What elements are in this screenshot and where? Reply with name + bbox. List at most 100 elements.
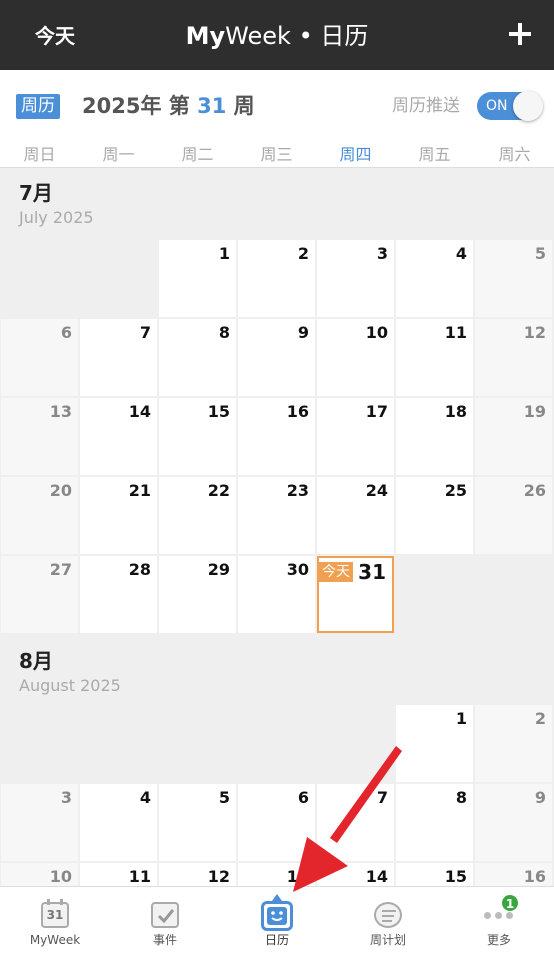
brand-strong: My (185, 22, 226, 50)
day-number: 11 (128, 867, 151, 886)
day-cell[interactable]: 1 (396, 705, 473, 782)
day-cell[interactable]: 1 (159, 240, 236, 317)
day-number: 6 (297, 788, 309, 807)
day-cell[interactable]: 3 (1, 784, 78, 861)
tab-myweek[interactable]: 31 MyWeek (0, 887, 110, 956)
toggle-knob (513, 91, 543, 121)
month-header: 8月 August 2025 (0, 648, 554, 698)
day-cell[interactable]: 17 (317, 398, 394, 475)
day-cell[interactable]: 29 (159, 556, 236, 633)
day-cell[interactable]: 11 (396, 319, 473, 396)
day-cell[interactable]: 4 (80, 784, 157, 861)
day-cell[interactable]: 7 (80, 319, 157, 396)
tab-events[interactable]: 事件 (110, 887, 220, 956)
day-number: 16 (286, 402, 309, 421)
day-number: 1 (218, 244, 230, 263)
tab-label-more: 更多 (486, 933, 511, 947)
day-cell[interactable]: 21 (80, 477, 157, 554)
day-number: 4 (139, 788, 151, 807)
day-cell[interactable]: 12 (475, 319, 552, 396)
top-bar: 今天 MyWeek • 日历 (0, 0, 554, 70)
brand-rest: Week (225, 22, 291, 50)
day-cell[interactable]: 6 (1, 319, 78, 396)
day-cell[interactable]: 13 (1, 398, 78, 475)
more-dots-icon (484, 912, 514, 920)
dot (484, 912, 491, 919)
tab-weekplan[interactable]: 周计划 (333, 887, 443, 956)
today-tag: 今天 (319, 562, 353, 582)
month-title: 7月 (19, 181, 53, 205)
day-number: 19 (523, 402, 546, 421)
weekday-label: 周四 (339, 145, 372, 164)
day-number: 16 (523, 867, 546, 886)
tab-label-weekplan: 周计划 (369, 933, 406, 947)
day-cell[interactable]: 5 (475, 240, 552, 317)
day-number: 3 (60, 788, 72, 807)
title-suffix: • 日历 (290, 22, 369, 50)
day-cell[interactable]: 4 (396, 240, 473, 317)
day-cell[interactable]: 14 (80, 398, 157, 475)
tab-label-calendar: 日历 (264, 933, 289, 947)
day-cell[interactable]: 18 (396, 398, 473, 475)
day-number: 12 (207, 867, 230, 886)
weekday-label: 周日 (23, 145, 56, 164)
smiley-calendar-icon (261, 894, 293, 931)
checkbox-icon (151, 902, 179, 928)
month-subtitle: July 2025 (19, 208, 94, 227)
day-cell[interactable]: 5 (159, 784, 236, 861)
day-cell[interactable]: 8 (396, 784, 473, 861)
day-cell[interactable]: 16 (238, 398, 315, 475)
day-cell[interactable]: 3 (317, 240, 394, 317)
day-cell[interactable]: 10 (317, 319, 394, 396)
day-number: 8 (455, 788, 467, 807)
day-cell[interactable]: 8 (159, 319, 236, 396)
day-cell[interactable]: 19 (475, 398, 552, 475)
day-cell[interactable]: 6 (238, 784, 315, 861)
day-cell[interactable]: 7 (317, 784, 394, 861)
day-cell[interactable]: 2 (475, 705, 552, 782)
day-cell[interactable]: 24 (317, 477, 394, 554)
day-number: 12 (523, 323, 546, 342)
day-number: 5 (218, 788, 230, 807)
day-number: 14 (128, 402, 151, 421)
tab-calendar[interactable]: 日历 (222, 887, 332, 956)
push-toggle[interactable]: ON (477, 91, 543, 121)
month-title: 8月 (19, 649, 53, 673)
plan-line (382, 920, 392, 922)
day-cell[interactable]: 9 (475, 784, 552, 861)
day-number: 7 (139, 323, 151, 342)
tab-bar: 31 MyWeek 事件 日历 周计划 1 更多 (0, 886, 554, 956)
day-cell-today[interactable]: 31 今天 (317, 556, 394, 633)
tab-more[interactable]: 1 更多 (444, 887, 554, 956)
day-cell[interactable]: 27 (1, 556, 78, 633)
plan-line (382, 910, 396, 912)
weekday-label: 周六 (498, 145, 531, 164)
day-cell[interactable]: 2 (238, 240, 315, 317)
day-cell[interactable]: 30 (238, 556, 315, 633)
day-number: 14 (365, 867, 388, 886)
day-number: 10 (365, 323, 388, 342)
day-cell[interactable]: 20 (1, 477, 78, 554)
day-number: 8 (218, 323, 230, 342)
weekday-label: 周三 (260, 145, 293, 164)
day-cell[interactable]: 15 (159, 398, 236, 475)
week-title: 2025年 第 31 周 (82, 92, 255, 120)
day-number: 10 (49, 867, 72, 886)
week-bar: 周历 2025年 第 31 周 周历推送 ON 周日 周一 周二 周三 周四 周五 周六 (0, 70, 554, 168)
plus-icon[interactable] (508, 22, 532, 46)
day-number: 13 (286, 867, 309, 886)
day-number: 6 (60, 323, 72, 342)
day-cell[interactable]: 25 (396, 477, 473, 554)
day-cell[interactable]: 22 (159, 477, 236, 554)
week-view-badge[interactable]: 周历 (16, 94, 60, 119)
tab-label-events: 事件 (152, 933, 177, 947)
day-number: 20 (49, 481, 72, 500)
day-number: 23 (286, 481, 309, 500)
day-cell[interactable]: 26 (475, 477, 552, 554)
day-cell[interactable]: 23 (238, 477, 315, 554)
day-number: 4 (455, 244, 467, 263)
week-unit: 周 (226, 94, 255, 118)
day-cell[interactable]: 28 (80, 556, 157, 633)
day-cell[interactable]: 9 (238, 319, 315, 396)
day-number: 13 (49, 402, 72, 421)
